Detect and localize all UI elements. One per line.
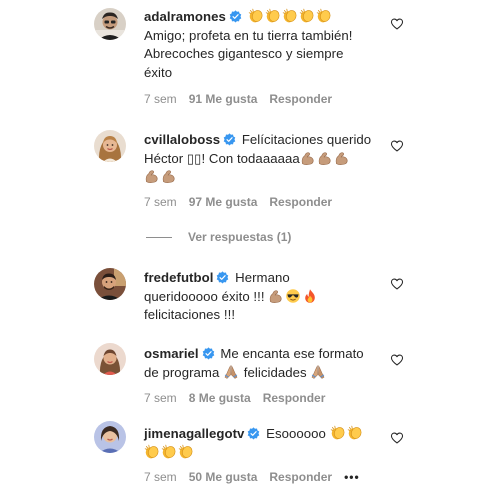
sunglasses-emoji-icon: [285, 288, 301, 304]
avatar[interactable]: [94, 130, 126, 162]
clapping-hands-emoji-icon: [161, 444, 177, 460]
comment-text: Esoooooo: [266, 426, 326, 441]
verified-badge-icon: [229, 10, 242, 23]
clapping-hands-emoji-icon: [316, 8, 332, 24]
comment-text: de programa: [144, 364, 220, 380]
flexed-biceps-emoji-icon: [300, 150, 316, 166]
likes-count[interactable]: 8 Me gusta: [189, 391, 251, 405]
comment-meta: 7 sem 91 Me gusta Responder: [144, 92, 344, 106]
comment-text: Hermano: [235, 270, 290, 285]
avatar[interactable]: [94, 421, 126, 453]
comment-body: jimenagallegotv Esoooooo: [144, 425, 384, 462]
person-avatar-icon: [94, 343, 126, 375]
flexed-biceps-emoji-icon: [317, 150, 333, 166]
reply-button[interactable]: Responder: [269, 470, 332, 484]
view-replies-label: Ver respuestas (1): [188, 230, 292, 244]
comment-meta: 7 sem 97 Me gusta Responder: [144, 195, 344, 209]
folded-hands-emoji-icon: [223, 364, 239, 380]
likes-count[interactable]: 50 Me gusta: [189, 470, 258, 484]
more-options-button[interactable]: •••: [344, 470, 360, 484]
like-heart-icon[interactable]: [390, 17, 404, 31]
person-avatar-icon: [94, 8, 126, 40]
comment-body: adalramones Amigo; profeta en tu tierra …: [144, 8, 384, 82]
comment-username[interactable]: osmariel: [144, 346, 199, 361]
like-heart-icon[interactable]: [390, 277, 404, 291]
comment-body: osmariel Me encanta ese formato de progr…: [144, 345, 384, 382]
avatar[interactable]: [94, 343, 126, 375]
fire-emoji-icon: [302, 288, 318, 304]
comment-time: 7 sem: [144, 391, 177, 405]
comment-text: éxito: [144, 64, 173, 80]
clapping-hands-emoji-icon: [265, 8, 281, 24]
clapping-hands-emoji-icon: [347, 425, 363, 441]
flexed-biceps-emoji-icon: [268, 288, 284, 304]
verified-badge-icon: [216, 271, 229, 284]
comment-time: 7 sem: [144, 195, 177, 209]
reply-button[interactable]: Responder: [269, 195, 332, 209]
verified-badge-icon: [247, 427, 260, 440]
clapping-hands-emoji-icon: [330, 425, 346, 441]
comment-meta: 7 sem 8 Me gusta Responder: [144, 391, 337, 405]
comment-body: cvillaloboss Felícitaciones querido Héct…: [144, 131, 384, 187]
like-heart-icon[interactable]: [390, 353, 404, 367]
flexed-biceps-emoji-icon: [161, 168, 177, 184]
person-avatar-icon: [94, 130, 126, 162]
likes-count[interactable]: 97 Me gusta: [189, 195, 258, 209]
clapping-hands-emoji-icon: [178, 444, 194, 460]
folded-hands-emoji-icon: [310, 364, 326, 380]
like-heart-icon[interactable]: [390, 431, 404, 445]
avatar[interactable]: [94, 8, 126, 40]
clapping-hands-emoji-icon: [282, 8, 298, 24]
comment-username[interactable]: fredefutbol: [144, 270, 213, 285]
comment-text: Amigo; profeta en tu tierra también!: [144, 27, 353, 43]
divider: [146, 237, 172, 239]
comment-text: queridooooo éxito !!!: [144, 288, 265, 304]
comment-body: fredefutbol Hermano queridooooo éxito !!…: [144, 269, 384, 325]
flexed-biceps-emoji-icon: [144, 168, 160, 184]
clapping-hands-emoji-icon: [144, 444, 160, 460]
like-heart-icon[interactable]: [390, 139, 404, 153]
comment-username[interactable]: cvillaloboss: [144, 132, 220, 147]
verified-badge-icon: [223, 133, 236, 146]
comment-text: Héctor ▯▯! Con todaaaaaa: [144, 150, 300, 166]
comment-text: Me encanta ese formato: [220, 346, 364, 361]
comment-text: Abrecoches gigantesco y siempre: [144, 46, 344, 61]
avatar[interactable]: [94, 268, 126, 300]
likes-count[interactable]: 91 Me gusta: [189, 92, 258, 106]
comment-meta: 7 sem 50 Me gusta Responder •••: [144, 470, 372, 484]
comment-time: 7 sem: [144, 470, 177, 484]
view-replies-button[interactable]: Ver respuestas (1): [146, 230, 291, 244]
reply-button[interactable]: Responder: [269, 92, 332, 106]
verified-badge-icon: [202, 347, 215, 360]
flexed-biceps-emoji-icon: [334, 150, 350, 166]
reply-button[interactable]: Responder: [263, 391, 326, 405]
comment-username[interactable]: jimenagallegotv: [144, 426, 244, 441]
comment-username[interactable]: adalramones: [144, 9, 226, 24]
clapping-hands-emoji-icon: [299, 8, 315, 24]
comment-text: felicitaciones !!!: [144, 307, 236, 322]
person-avatar-icon: [94, 268, 126, 300]
comment-time: 7 sem: [144, 92, 177, 106]
clapping-hands-emoji-icon: [248, 8, 264, 24]
person-avatar-icon: [94, 421, 126, 453]
comment-text: felicidades: [243, 364, 307, 380]
comment-text: Felícitaciones querido: [241, 132, 372, 147]
